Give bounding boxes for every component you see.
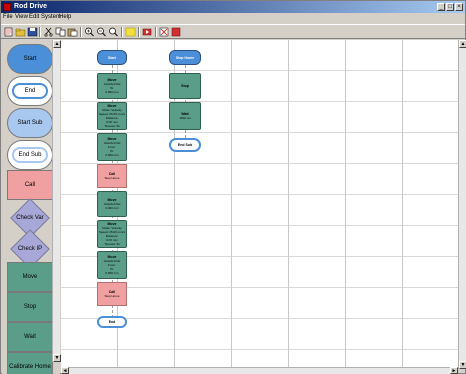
stop-icon[interactable] [159, 27, 170, 37]
canvas-vertical-scrollbar[interactable]: ▲ ▼ [458, 40, 466, 369]
toolbar-separator [39, 27, 41, 37]
application-window: Rod Drive _ □ × File View Edit System He… [0, 0, 466, 374]
node-title: Start [108, 55, 116, 60]
flow-node-rect[interactable]: Move Axis/Acc/Vel To: 0.000 mm [97, 73, 127, 99]
palette-move[interactable]: Move [7, 262, 53, 292]
minimize-button[interactable]: _ [437, 3, 445, 11]
node-detail: 0.000 mm [105, 271, 119, 275]
node-detail: 1000 ms [179, 116, 191, 120]
palette-label: Move [22, 274, 38, 280]
menu-view[interactable]: View [15, 14, 28, 20]
scroll-right-arrow-icon[interactable]: ► [450, 367, 458, 374]
palette-label: Check Var [16, 215, 44, 221]
palette-scrollbar[interactable]: ▲ ▼ [52, 40, 61, 362]
highlight-icon[interactable] [125, 27, 136, 37]
new-icon[interactable] [3, 27, 14, 37]
palette-calibrate-home[interactable]: Calibrate Home [7, 352, 53, 374]
toolbar [1, 24, 465, 39]
menu-help[interactable]: Help [59, 14, 71, 20]
toolbar-separator [121, 27, 123, 37]
toolbar-separator [80, 27, 82, 37]
title-bar[interactable]: Rod Drive _ □ × [1, 1, 465, 13]
node-detail: 0.000 mm [105, 90, 119, 94]
node-title: Stop [181, 84, 189, 88]
node-detail: 0.000 mm [105, 206, 119, 210]
toolbar-separator [138, 27, 140, 37]
palette-label: Check IP [17, 246, 43, 252]
palette-label: End Sub [18, 152, 42, 158]
flowchart-canvas[interactable]: Start Move Axis/Acc/Vel To: 0.000 mm Move Mode… [61, 40, 458, 369]
save-icon[interactable] [27, 27, 38, 37]
maximize-button[interactable]: □ [446, 3, 454, 11]
flow-node-rect[interactable]: Move Axis/Acc/Vel From: To: 0.000 mm [97, 251, 127, 279]
toolbar-separator [155, 27, 157, 37]
menu-file[interactable]: File [3, 14, 13, 20]
flow-node-endcap[interactable]: End [97, 316, 127, 328]
flow-node-endcap[interactable]: End Sub [169, 138, 201, 152]
palette-label: Start [23, 56, 37, 62]
flow-node-call[interactable]: Call Step Home [97, 164, 127, 188]
node-detail: Timeout: 5s [104, 124, 120, 128]
flow-node-call[interactable]: Call Step Home [97, 282, 127, 306]
node-title: End Sub [177, 143, 193, 147]
scroll-down-arrow-icon[interactable]: ▼ [53, 354, 61, 362]
flow-node-cap[interactable]: Start [97, 50, 127, 65]
palette-label: Stop [23, 304, 37, 310]
palette-end[interactable]: End [7, 76, 53, 106]
node-detail: Timeout: 5s [104, 242, 120, 246]
scroll-up-arrow-icon[interactable]: ▲ [53, 40, 61, 48]
menu-edit[interactable]: Edit [29, 14, 39, 20]
menu-system[interactable]: System [41, 14, 61, 20]
flow-node-rect[interactable]: Stop [169, 73, 201, 99]
flow-node-cap[interactable]: Step Home [169, 50, 201, 65]
flow-node-rect[interactable]: Move Axis/Acc/Vel From: To: 0.000 mm [97, 133, 127, 161]
palette-start[interactable]: Start [7, 44, 53, 74]
open-icon[interactable] [15, 27, 26, 37]
node-detail: Step Home [104, 176, 120, 180]
cut-icon[interactable] [43, 27, 54, 37]
palette-wait[interactable]: Wait [7, 322, 53, 352]
zoom-fit-icon[interactable] [108, 27, 119, 37]
palette-start-sub[interactable]: Start Sub [7, 108, 53, 138]
palette-label: Wait [24, 334, 36, 340]
flow-node-rect[interactable]: Wait 1000 ms [169, 102, 201, 130]
paste-icon[interactable] [67, 27, 78, 37]
scroll-down-arrow-icon[interactable]: ▼ [459, 361, 466, 369]
canvas-horizontal-scrollbar[interactable]: ◄ ► [61, 367, 458, 374]
flow-node-rect[interactable]: Move Mode: Velocity Speed: 25.00 mm/s Dista… [97, 220, 127, 248]
flow-node-rect[interactable]: Move Mode: Velocity Speed: 25.00 mm/s Dista… [97, 102, 127, 130]
palette-label: Calibrate Home [9, 364, 51, 370]
run-icon[interactable] [142, 27, 153, 37]
stop-red-icon[interactable] [171, 27, 182, 37]
node-detail: Step Home [104, 294, 120, 298]
copy-icon[interactable] [55, 27, 66, 37]
palette-call[interactable]: Call [7, 170, 53, 200]
palette-end-sub[interactable]: End Sub [7, 140, 53, 170]
node-detail: 0.000 mm [105, 153, 119, 157]
palette-label: End [24, 88, 36, 94]
zoom-out-icon[interactable] [96, 27, 107, 37]
node-title: End [108, 320, 116, 324]
palette-check-ip[interactable]: Check IP [7, 229, 53, 269]
menu-bar: File View Edit System Help [1, 13, 465, 23]
app-icon [3, 3, 11, 11]
palette-label: Start Sub [17, 120, 43, 126]
scroll-left-arrow-icon[interactable]: ◄ [61, 367, 69, 374]
scroll-up-arrow-icon[interactable]: ▲ [459, 40, 466, 48]
flow-node-rect[interactable]: Move Axis/Acc/Vel 0.000 mm [97, 191, 127, 217]
zoom-in-icon[interactable] [84, 27, 95, 37]
close-button[interactable]: × [455, 3, 463, 11]
window-title: Rod Drive [14, 3, 48, 10]
palette-label: Call [24, 182, 36, 188]
node-title: Step Home [175, 55, 195, 60]
palette-stop[interactable]: Stop [7, 292, 53, 322]
